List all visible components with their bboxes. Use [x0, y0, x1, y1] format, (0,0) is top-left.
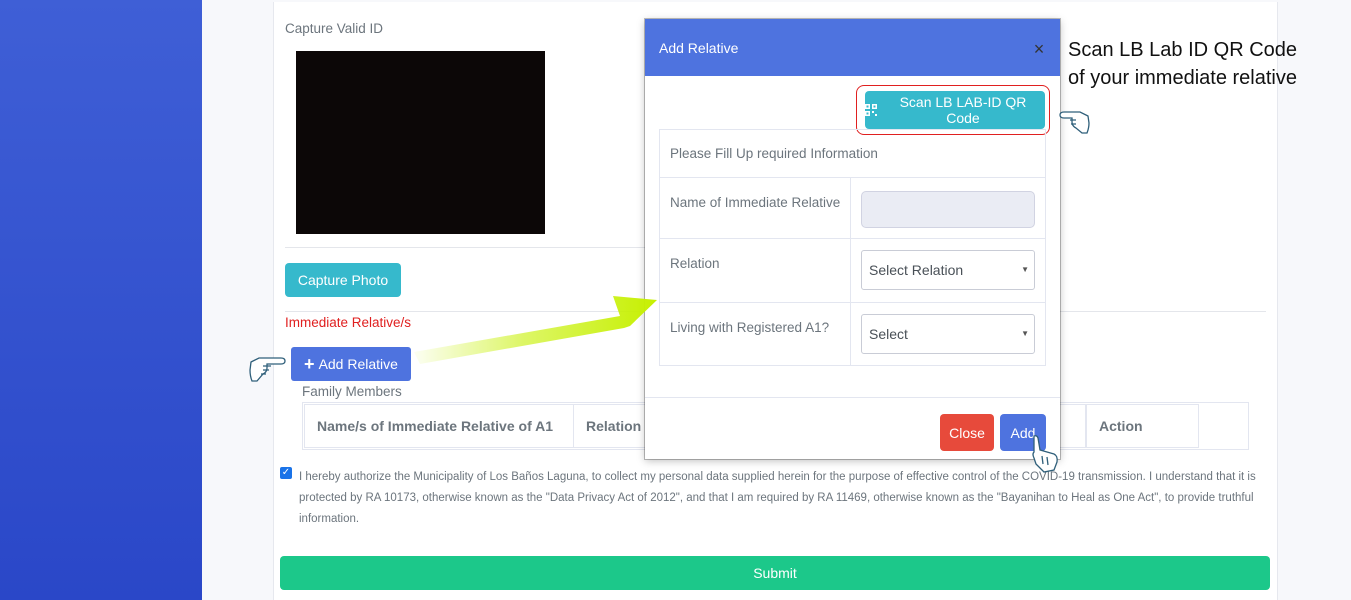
living-select[interactable]: Select ▼	[861, 314, 1035, 354]
living-select-value: Select	[869, 326, 908, 342]
add-relative-modal: Add Relative × Scan LB LAB-ID QR Code Pl…	[645, 19, 1060, 459]
close-button[interactable]: Close	[940, 414, 994, 451]
scan-qr-label: Scan LB LAB-ID QR Code	[899, 94, 1027, 126]
divider	[285, 247, 665, 248]
form-table-heading: Please Fill Up required Information	[660, 130, 1045, 178]
living-label: Living with Registered A1?	[670, 320, 830, 335]
table-header-relation: Relation	[573, 404, 653, 448]
modal-header: Add Relative ×	[645, 19, 1060, 76]
relative-name-field[interactable]	[861, 191, 1035, 228]
callout-line-1: Scan LB Lab ID QR Code	[1068, 39, 1298, 61]
callout-line-2: of your immediate relative	[1068, 67, 1297, 89]
consent-checkbox[interactable]: ✓	[280, 467, 292, 479]
modal-title: Add Relative	[659, 40, 739, 56]
consent-text: I hereby authorize the Municipality of L…	[299, 471, 1256, 525]
name-label: Name of Immediate Relative	[670, 195, 841, 210]
immediate-relatives-label: Immediate Relative/s	[285, 315, 412, 330]
add-button[interactable]: Add	[1000, 414, 1046, 451]
relation-select[interactable]: Select Relation ▼	[861, 250, 1035, 290]
relation-label: Relation	[670, 256, 720, 271]
capture-valid-id-label: Capture Valid ID	[285, 21, 384, 36]
qr-code-icon	[865, 104, 877, 116]
table-header-action: Action	[1086, 404, 1199, 448]
caret-down-icon: ▼	[1021, 265, 1029, 274]
close-icon[interactable]: ×	[1029, 37, 1049, 61]
plus-icon: +	[304, 354, 315, 374]
relative-form-table: Please Fill Up required Information Name…	[659, 129, 1046, 366]
submit-button[interactable]: Submit	[280, 556, 1270, 590]
camera-preview	[296, 51, 545, 234]
table-header-name: Name/s of Immediate Relative of A1	[304, 404, 574, 448]
scan-callout: Scan LB Lab ID QR Code of your immediate…	[1068, 36, 1297, 92]
caret-down-icon: ▼	[1021, 329, 1029, 338]
add-relative-label: Add Relative	[318, 356, 398, 372]
capture-photo-button[interactable]: Capture Photo	[285, 263, 401, 297]
scan-qr-button[interactable]: Scan LB LAB-ID QR Code	[865, 91, 1045, 129]
family-members-label: Family Members	[302, 384, 402, 399]
relation-select-value: Select Relation	[869, 262, 964, 278]
modal-footer-divider	[645, 397, 1060, 398]
add-relative-button[interactable]: + Add Relative	[291, 347, 411, 381]
sidebar	[0, 0, 202, 600]
